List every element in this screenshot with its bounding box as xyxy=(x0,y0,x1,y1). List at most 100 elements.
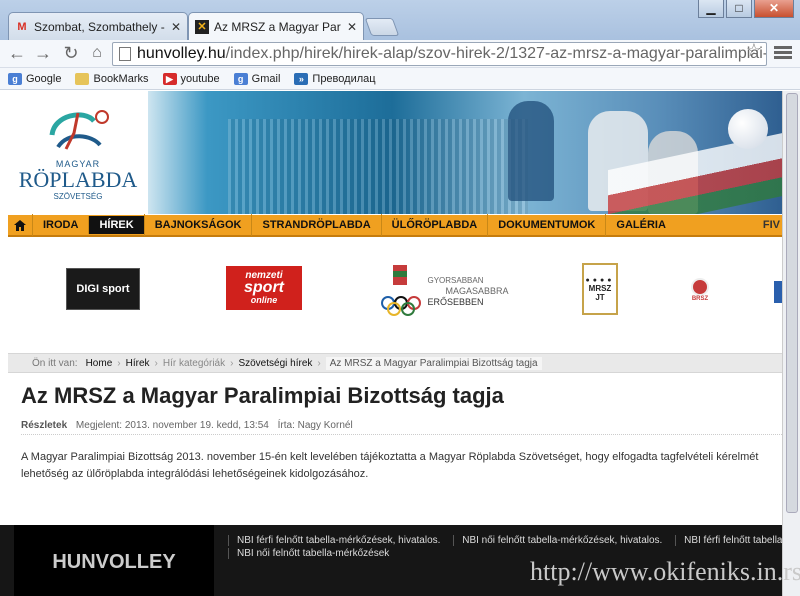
details-label: Részletek xyxy=(21,420,68,431)
sponsor-label: MAGASABBRA xyxy=(445,285,509,296)
sponsor-partial-logo[interactable] xyxy=(774,281,782,303)
volleyball-icon xyxy=(728,109,768,149)
sponsor-dots: ●●●● xyxy=(585,276,615,284)
translator-icon: » xyxy=(294,72,309,85)
window-close-icon[interactable]: ✕ xyxy=(754,0,794,18)
published-date: Megjelent: 2013. november 19. kedd, 13:5… xyxy=(75,420,269,431)
olympic-rings-icon xyxy=(381,265,422,316)
sponsor-label: MRSZ xyxy=(588,283,612,293)
window-controls: ▁ □ ✕ xyxy=(698,0,794,18)
minimize-icon[interactable]: ▁ xyxy=(698,0,724,18)
nav-item-uloroplabda[interactable]: ÜLŐRÖPLABDA xyxy=(380,214,488,236)
menu-icon[interactable] xyxy=(772,44,794,62)
footer-brand: HUNVOLLEY xyxy=(14,525,214,596)
breadcrumb-home[interactable]: Home xyxy=(86,358,113,369)
footer-link[interactable]: NBI férfi felnőtt tabella-mérkőzések xyxy=(675,535,782,546)
tab-article[interactable]: ✕ Az MRSZ a Magyar Paralimpi ✕ xyxy=(188,12,364,40)
youtube-icon: ▶ xyxy=(162,72,177,85)
sponsor-label: sport xyxy=(244,279,284,296)
home-icon[interactable]: ⌂ xyxy=(86,43,108,65)
footer-link[interactable]: NBI női felnőtt tabella-mérkőzések xyxy=(228,548,390,559)
breadcrumb: Ön itt van: Home › Hírek › Hír kategóriák ›… xyxy=(8,353,782,373)
bookmarks-bar: g Google BookMarks ▶ youtube g Gmail » Прево… xyxy=(0,68,800,90)
home-nav-icon[interactable] xyxy=(8,214,32,236)
sponsor-nemzetisport-logo[interactable]: nemzeti sport online xyxy=(226,266,302,310)
sponsor-mrsz-jt-logo[interactable]: ●●●● MRSZ JT xyxy=(582,263,618,315)
site-favicon-icon: ✕ xyxy=(195,19,209,34)
volleyball-player-logo-icon xyxy=(49,110,109,150)
folder-icon xyxy=(75,72,90,85)
nav-item-galeria[interactable]: GALÉRIA xyxy=(605,214,676,236)
breadcrumb-current: Az MRSZ a Magyar Paralimpiai Bizottság t… xyxy=(325,356,542,370)
bookmark-label: Google xyxy=(26,72,62,85)
page-scrollbar[interactable] xyxy=(782,91,800,596)
sponsor-digisport-logo[interactable]: DIGI sport xyxy=(66,268,140,310)
forward-icon[interactable]: → xyxy=(32,43,54,65)
sponsor-label: BRSZ xyxy=(691,296,709,302)
breadcrumb-hirek[interactable]: Hírek xyxy=(126,358,150,369)
close-tab-icon[interactable]: ✕ xyxy=(171,20,181,34)
sponsor-label: DIGI sport xyxy=(76,283,130,295)
footer-link[interactable]: NBI női felnőtt tabella-mérkőzések, hiva… xyxy=(453,535,663,546)
bookmark-youtube[interactable]: ▶ youtube xyxy=(162,72,220,85)
bookmark-bookmarks[interactable]: BookMarks xyxy=(75,72,149,85)
author: Írta: Nagy Kornél xyxy=(277,420,353,431)
bookmark-label: Gmail xyxy=(251,72,281,85)
google-icon: g xyxy=(233,72,248,85)
nav-item-dokumentumok[interactable]: DOKUMENTUMOK xyxy=(487,214,605,236)
nav-item-strandroplabda[interactable]: STRANDRÖPLABDA xyxy=(251,214,380,236)
nav-item-bajnoksagok[interactable]: BAJNOKSÁGOK xyxy=(143,214,252,236)
tab-gmail[interactable]: M Szombat, Szombathely - smn ✕ xyxy=(8,12,188,40)
url-path: /index.php/hirek/hirek-alap/szov-hirek-2… xyxy=(225,45,767,62)
back-icon[interactable]: ← xyxy=(6,43,28,65)
browser-titlebar: M Szombat, Szombathely - smn ✕ ✕ Az MRSZ… xyxy=(0,0,800,40)
watermark-text: http://www.okifeniks.in.rs xyxy=(530,557,800,586)
bookmark-label: Преводилац xyxy=(312,72,376,85)
site-header: MAGYAR RÖPLABDA SZÖVETSÉG xyxy=(8,91,782,214)
google-icon: g xyxy=(8,72,22,85)
logo-line-2: RÖPLABDA xyxy=(18,167,138,192)
sponsor-olympic-committee-logo[interactable]: GYORSABBAN MAGASABBRA ERŐSEBBEN xyxy=(374,263,514,319)
breadcrumb-label: Ön itt van: xyxy=(32,357,78,369)
sponsor-brsz-logo[interactable]: BRSZ xyxy=(680,271,720,309)
scrollbar-thumb[interactable] xyxy=(786,93,798,513)
tab-title: Szombat, Szombathely - smn xyxy=(34,19,165,34)
browser-toolbar: ← → ↻ ⌂ hunvolley.hu/index.php/hirek/hir… xyxy=(0,40,800,68)
main-nav: IRODA HÍREK BAJNOKSÁGOK STRANDRÖPLABDA Ü… xyxy=(8,214,782,237)
article-line: A Magyar Paralimpiai Bizottság 2013. nov… xyxy=(21,451,759,463)
bookmark-label: BookMarks xyxy=(93,72,149,85)
gmail-icon: M xyxy=(17,20,27,33)
bookmark-google[interactable]: g Google xyxy=(8,72,62,85)
article-line: lehetőség az ülőröplabda integrálódási l… xyxy=(21,468,369,480)
web-page: MAGYAR RÖPLABDA SZÖVETSÉG IRODA HÍREK BA… xyxy=(0,91,782,596)
page-icon xyxy=(119,47,131,61)
article-meta: Részletek Megjelent: 2013. november 19. … xyxy=(21,420,353,431)
close-tab-icon[interactable]: ✕ xyxy=(347,20,357,34)
header-banner-image xyxy=(128,91,782,214)
logo-line-3: SZÖVETSÉG xyxy=(53,192,103,201)
sponsor-label: online xyxy=(250,295,278,305)
footer-link[interactable]: NBI férfi felnőtt tabella-mérkőzések, hi… xyxy=(228,535,441,546)
maximize-icon[interactable]: □ xyxy=(726,0,752,18)
nav-item-iroda[interactable]: IRODA xyxy=(32,214,88,236)
sponsor-label: ERŐSEBBEN xyxy=(427,296,484,307)
site-logo[interactable]: MAGYAR RÖPLABDA SZÖVETSÉG xyxy=(8,91,148,214)
bookmark-star-icon[interactable]: ☆ xyxy=(746,40,762,61)
brsz-icon xyxy=(691,278,709,296)
tab-title: Az MRSZ a Magyar Paralimpi xyxy=(214,19,341,34)
divider xyxy=(21,434,782,435)
bookmark-gmail[interactable]: g Gmail xyxy=(233,72,281,85)
reload-icon[interactable]: ↻ xyxy=(60,43,82,65)
address-bar[interactable]: hunvolley.hu/index.php/hirek/hirek-alap/… xyxy=(112,42,767,66)
nav-item-hirek[interactable]: HÍREK xyxy=(88,216,144,234)
sponsor-label: GYORSABBAN xyxy=(427,275,484,285)
bookmark-translator[interactable]: » Преводилац xyxy=(294,72,376,85)
sponsor-label: JT xyxy=(595,292,605,302)
url-host: hunvolley.hu xyxy=(137,45,226,62)
article-body: A Magyar Paralimpiai Bizottság 2013. nov… xyxy=(21,449,782,483)
breadcrumb-szovetsegi-hirek[interactable]: Szövetségi hírek xyxy=(238,358,312,369)
new-tab-button[interactable] xyxy=(364,18,400,36)
bookmark-label: youtube xyxy=(180,72,220,85)
breadcrumb-hir-kategoriak[interactable]: Hír kategóriák xyxy=(163,358,225,369)
article-title: Az MRSZ a Magyar Paralimpiai Bizottság t… xyxy=(21,383,504,408)
